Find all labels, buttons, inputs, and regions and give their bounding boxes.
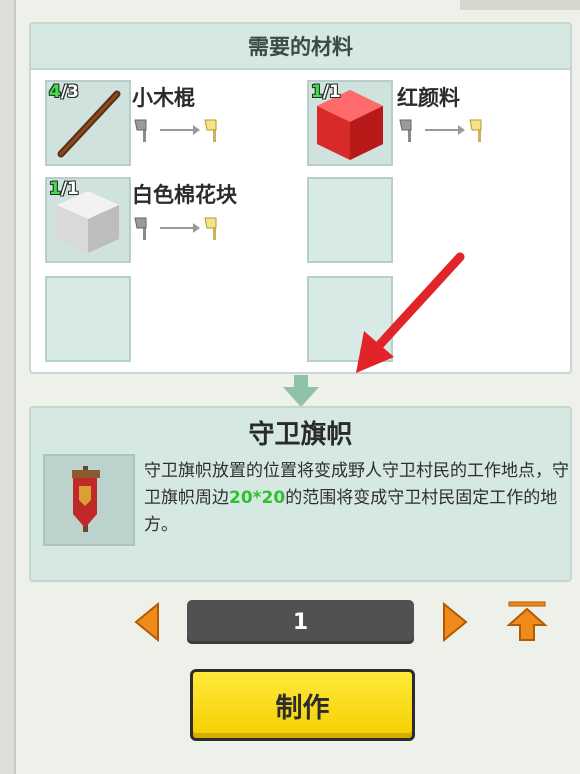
tool-upgrade-row — [397, 117, 491, 143]
material-name: 红颜料 — [397, 86, 460, 110]
tool-upgrade-row — [132, 117, 226, 143]
upgrade-arrow — [425, 125, 465, 135]
upgrade-arrow — [160, 223, 200, 233]
stone-axe-icon — [134, 217, 147, 240]
materials-header: 需要的材料 — [31, 24, 570, 70]
material-count: 1/1 — [311, 82, 341, 102]
left-rail — [0, 0, 16, 774]
down-arrow-icon — [283, 375, 319, 407]
decrease-quantity-button[interactable] — [132, 600, 162, 644]
gold-axe-icon — [204, 217, 217, 240]
increase-quantity-button[interactable] — [440, 600, 470, 644]
material-count: 1/1 — [49, 179, 79, 199]
gold-axe-icon — [204, 119, 217, 142]
material-name: 白色棉花块 — [132, 183, 237, 207]
make-button[interactable]: 制作 — [190, 669, 415, 741]
annotation-arrow-icon — [356, 252, 465, 373]
empty-material-slot — [45, 276, 131, 362]
tool-upgrade-row — [132, 215, 226, 241]
quantity-display: 1 — [187, 600, 414, 644]
max-quantity-button[interactable] — [506, 599, 548, 643]
material-count: 4/3 — [49, 82, 79, 102]
stone-axe-icon — [134, 119, 147, 142]
gold-axe-icon — [469, 119, 482, 142]
material-slot-cotton[interactable]: 1/1 — [45, 177, 131, 263]
result-description: 守卫旗帜放置的位置将变成野人守卫村民的工作地点，守卫旗帜周边20*20的范围将变… — [144, 461, 569, 535]
result-panel: 守卫旗帜 守卫旗帜放置的位置将变成野人守卫村民的工作地点，守卫旗帜周边20*20… — [29, 406, 572, 582]
top-edge — [460, 0, 580, 10]
material-slot-red-dye[interactable]: 1/1 — [307, 80, 393, 166]
material-name: 小木棍 — [132, 86, 195, 110]
guard-banner-icon — [72, 466, 100, 532]
upgrade-arrow — [160, 125, 200, 135]
stone-axe-icon — [399, 119, 412, 142]
materials-panel: 需要的材料 4/3 小木棍 1/1 红颜料 1/1 白色棉花块 — [29, 22, 572, 374]
material-slot-stick[interactable]: 4/3 — [45, 80, 131, 166]
result-title: 守卫旗帜 — [248, 420, 353, 450]
range-highlight: 20*20 — [229, 488, 286, 508]
result-item-slot[interactable] — [43, 454, 135, 546]
